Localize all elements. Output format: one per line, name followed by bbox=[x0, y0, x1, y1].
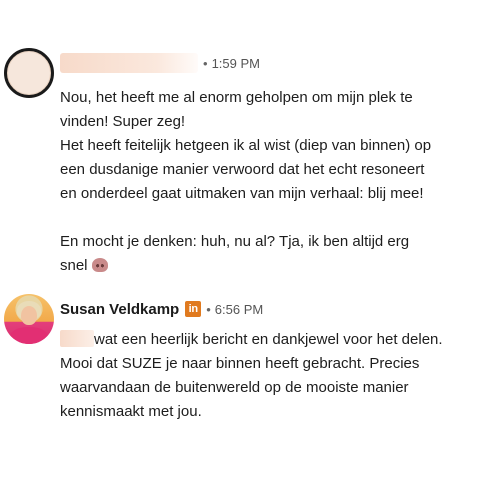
message-line-text: snel bbox=[60, 257, 88, 274]
timestamp: 1:59 PM bbox=[211, 55, 260, 71]
message-line-text: wat een heerlijk bericht en dankjewel vo… bbox=[94, 331, 443, 348]
message-header: Susan Veldkamp in • 6:56 PM bbox=[60, 298, 263, 320]
message-line-last: snel bbox=[60, 254, 492, 278]
sender-name[interactable]: Susan Veldkamp bbox=[60, 301, 179, 318]
linkedin-premium-icon: in bbox=[185, 301, 202, 317]
message-line: waarvandaan de buitenwereld op de mooist… bbox=[60, 379, 409, 396]
see-no-evil-monkey-icon bbox=[91, 258, 108, 272]
avatar-body bbox=[10, 327, 48, 344]
message-line: en onderdeel gaat uitmaken van mijn verh… bbox=[60, 185, 424, 202]
mention-redacted[interactable] bbox=[60, 330, 94, 347]
separator-dot: • bbox=[206, 301, 211, 317]
message-line: Nou, het heeft me al enorm geholpen om m… bbox=[60, 89, 413, 106]
avatar-face bbox=[21, 306, 37, 325]
separator-dot: • bbox=[203, 55, 208, 71]
message-line-blank bbox=[60, 206, 492, 230]
message-line: Mooi dat SUZE je naar binnen heeft gebra… bbox=[60, 355, 420, 372]
message-body: Nou, het heeft me al enorm geholpen om m… bbox=[60, 86, 492, 278]
avatar[interactable] bbox=[4, 48, 54, 98]
message-line: Het heeft feitelijk hetgeen ik al wist (… bbox=[60, 137, 432, 154]
timestamp: 6:56 PM bbox=[214, 301, 264, 317]
message-body: wat een heerlijk bericht en dankjewel vo… bbox=[60, 328, 492, 424]
message-line: een dusdanige manier verwoord dat het ec… bbox=[60, 161, 425, 178]
sender-name-redacted[interactable] bbox=[60, 53, 198, 73]
message-header: • 1:59 PM bbox=[60, 52, 260, 74]
avatar[interactable] bbox=[4, 294, 54, 344]
message-thread: • 1:59 PM Nou, het heeft me al enorm geh… bbox=[0, 0, 500, 500]
message-line: kennismaakt met jou. bbox=[60, 403, 202, 420]
message-line-first: wat een heerlijk bericht en dankjewel vo… bbox=[60, 328, 492, 352]
message-line: vinden! Super zeg! bbox=[60, 113, 186, 130]
message-line: En mocht je denken: huh, nu al? Tja, ik … bbox=[60, 233, 410, 250]
